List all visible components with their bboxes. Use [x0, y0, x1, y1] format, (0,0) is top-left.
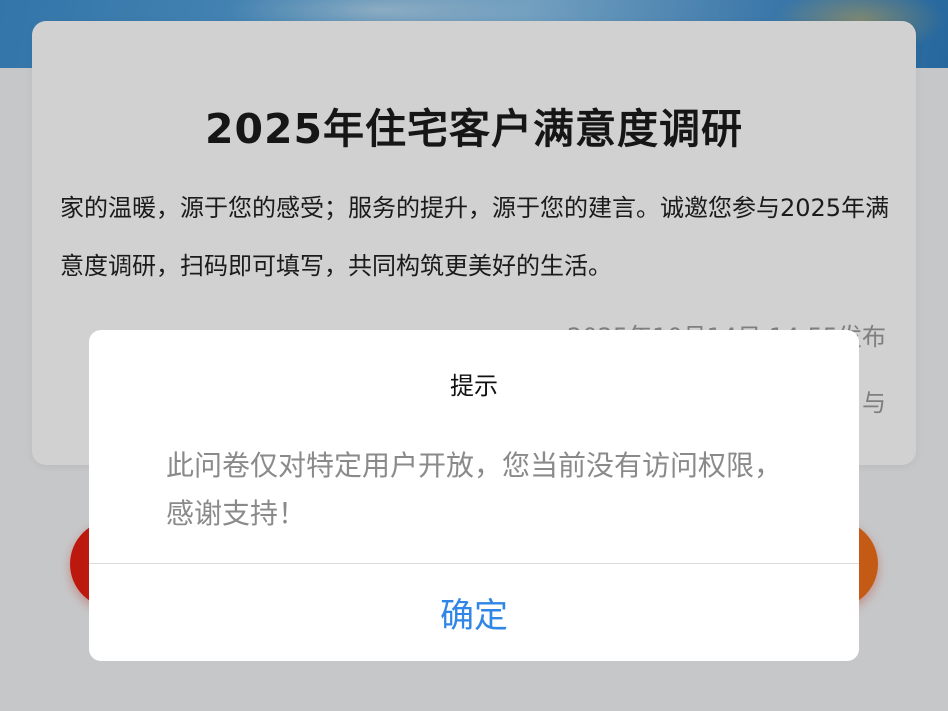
confirm-button[interactable]: 确定 — [89, 564, 859, 661]
dialog-message: 此问卷仅对特定用户开放，您当前没有访问权限，感谢支持！ — [166, 449, 783, 530]
permission-dialog: 提示 此问卷仅对特定用户开放，您当前没有访问权限，感谢支持！ 确定 — [89, 330, 859, 661]
dialog-title: 提示 — [450, 372, 498, 400]
